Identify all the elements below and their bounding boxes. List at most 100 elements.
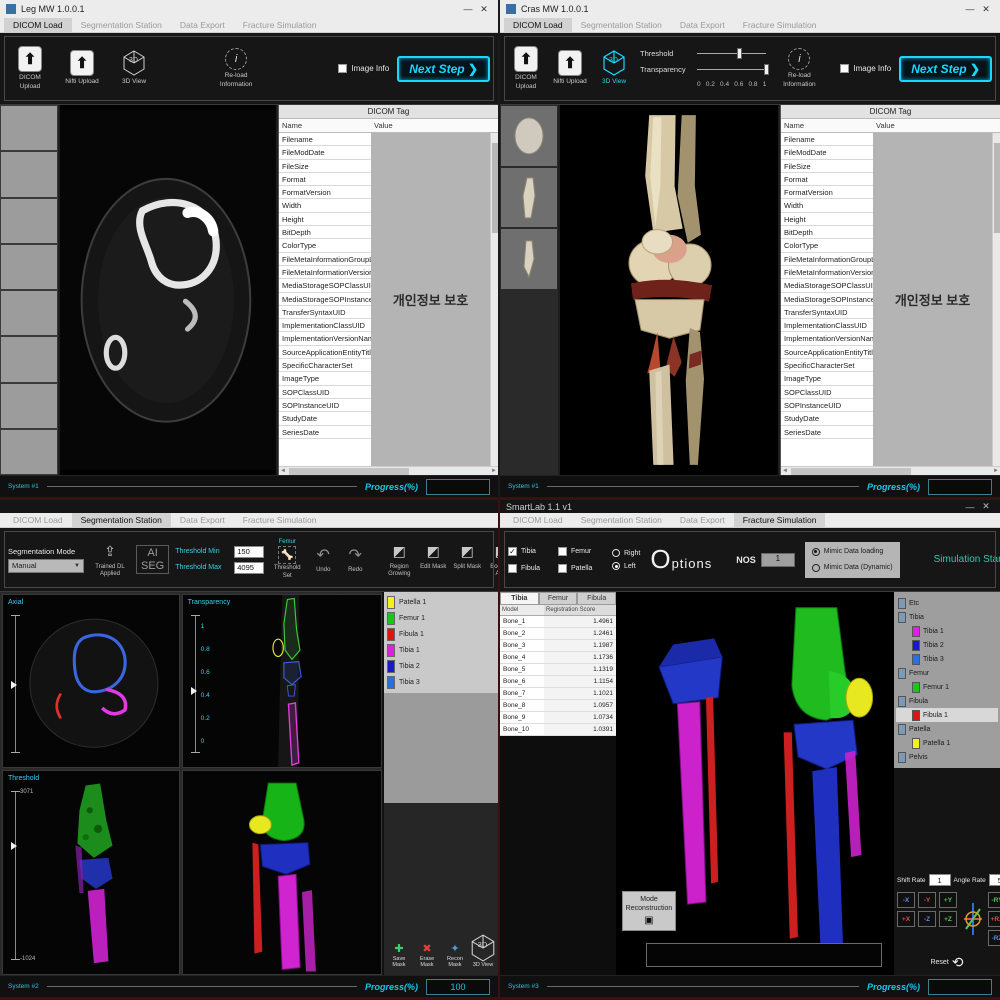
mask-action-button[interactable]: ✖ Erase Mask bbox=[414, 942, 440, 969]
vertical-scrollbar[interactable] bbox=[490, 133, 498, 466]
dicom-tag-row[interactable]: ColorType bbox=[781, 239, 873, 252]
reload-information-button[interactable]: i Re-load Information bbox=[209, 48, 263, 88]
tree-item[interactable]: Fibula 1 bbox=[896, 708, 998, 722]
reload-information-button[interactable]: i Re-load Information bbox=[774, 48, 824, 88]
dicom-upload-button[interactable]: ⬆ DICOM Upload bbox=[8, 46, 52, 90]
menu-tab[interactable]: DICOM Load bbox=[504, 513, 572, 527]
scroll-left-icon[interactable]: ◄ bbox=[280, 467, 286, 476]
dicom-tag-row[interactable]: BitDepth bbox=[781, 226, 873, 239]
minimize-button[interactable]: — bbox=[460, 4, 476, 14]
simulation-start-button[interactable]: Simulation Start bbox=[924, 546, 1000, 573]
3d-segmentation-viewport[interactable] bbox=[182, 770, 382, 975]
bone-tab[interactable]: Tibia bbox=[500, 592, 539, 605]
close-button[interactable]: ✕ bbox=[476, 4, 492, 15]
threshold-max-input[interactable] bbox=[234, 562, 264, 574]
bone-checkbox[interactable]: Fibula bbox=[508, 564, 552, 573]
dicom-tag-row[interactable]: FileMetaInformationGroupLength bbox=[279, 253, 371, 266]
dicom-tag-row[interactable]: ImplementationVersionName bbox=[279, 332, 371, 345]
dicom-tag-row[interactable]: FileMetaInformationVersion bbox=[781, 266, 873, 279]
close-button[interactable]: ✕ bbox=[978, 4, 994, 15]
menu-tab[interactable]: Fracture Simulation bbox=[734, 18, 826, 32]
transparency-viewport[interactable]: Transparency 10.80.60.40.20 bbox=[182, 594, 382, 768]
dicom-tag-row[interactable]: SeriesDate bbox=[279, 426, 371, 439]
tree-item[interactable]: Femur bbox=[896, 666, 998, 680]
dicom-tag-row[interactable]: ImplementationClassUID bbox=[279, 319, 371, 332]
dicom-tag-row[interactable]: SOPInstanceUID bbox=[279, 399, 371, 412]
nifti-upload-button[interactable]: ⬆ Nifti Upload bbox=[60, 50, 104, 86]
dicom-tag-row[interactable]: SeriesDate bbox=[781, 426, 873, 439]
menu-tab[interactable]: Segmentation Station bbox=[72, 513, 171, 527]
dicom-tag-row[interactable]: TransferSyntaxUID bbox=[781, 306, 873, 319]
dicom-tag-row[interactable]: SourceApplicationEntityTitle bbox=[781, 346, 873, 359]
dicom-tag-row[interactable]: SOPInstanceUID bbox=[781, 399, 873, 412]
dicom-tag-row[interactable]: Format bbox=[279, 173, 371, 186]
mask-item[interactable]: Femur 1 bbox=[387, 612, 495, 625]
registration-row[interactable]: Bone_6 1.1154 bbox=[500, 676, 616, 688]
horizontal-scrollbar[interactable]: ◄ ► bbox=[279, 466, 498, 475]
scroll-right-icon[interactable]: ► bbox=[491, 467, 497, 476]
next-step-button[interactable]: Next Step ❯ bbox=[899, 56, 992, 82]
tree-item[interactable]: Tibia 2 bbox=[896, 638, 998, 652]
close-button[interactable]: ✕ bbox=[978, 501, 994, 512]
threshold-min-input[interactable] bbox=[234, 546, 264, 558]
translate-button[interactable]: +X bbox=[897, 911, 915, 927]
minimize-button[interactable]: — bbox=[962, 502, 978, 512]
tree-item[interactable]: Femur 1 bbox=[896, 680, 998, 694]
dicom-tag-row[interactable]: MediaStorageSOPClassUID bbox=[279, 279, 371, 292]
thumbnail[interactable] bbox=[501, 106, 557, 166]
menu-tab[interactable]: Segmentation Station bbox=[572, 513, 671, 527]
threshold-viewport[interactable]: Threshold 3071 -1024 bbox=[2, 770, 180, 975]
dicom-tag-row[interactable]: ColorType bbox=[279, 239, 371, 252]
tree-item[interactable]: Etc bbox=[896, 596, 998, 610]
registration-row[interactable]: Bone_10 1.0391 bbox=[500, 724, 616, 736]
dicom-tag-row[interactable]: ImplementationClassUID bbox=[781, 319, 873, 332]
rotate-button[interactable]: -RZ bbox=[988, 930, 1000, 946]
bone-checkbox[interactable]: ✓Tibia bbox=[508, 547, 552, 556]
3d-view-button[interactable]: 3D 3D View bbox=[596, 50, 632, 86]
dicom-tag-row[interactable]: FileModDate bbox=[781, 146, 873, 159]
tree-item[interactable]: Fibula bbox=[896, 694, 998, 708]
translate-button[interactable]: +Y bbox=[939, 892, 957, 908]
3d-view-button[interactable]: 3D 3D View bbox=[112, 50, 156, 86]
3d-view-button[interactable]: 3D 3D View bbox=[470, 934, 496, 969]
menu-tab[interactable]: Data Export bbox=[171, 513, 234, 527]
dicom-tag-row[interactable]: Width bbox=[279, 199, 371, 212]
reset-button[interactable]: Reset ⟲ bbox=[894, 950, 1000, 975]
bone-checkbox[interactable]: Femur bbox=[558, 547, 602, 556]
registration-row[interactable]: Bone_9 1.0734 bbox=[500, 712, 616, 724]
threshold-slider[interactable] bbox=[15, 791, 16, 960]
dicom-tag-row[interactable]: StudyDate bbox=[781, 412, 873, 425]
bone-checkbox[interactable]: Patella bbox=[558, 564, 602, 573]
dicom-tag-row[interactable]: FormatVersion bbox=[279, 186, 371, 199]
registration-row[interactable]: Bone_7 1.1021 bbox=[500, 688, 616, 700]
thumbnail[interactable] bbox=[501, 229, 557, 289]
dicom-tag-row[interactable]: Height bbox=[781, 213, 873, 226]
dicom-tag-row[interactable]: MediaStorageSOPClassUID bbox=[781, 279, 873, 292]
translate-button[interactable]: -X bbox=[897, 892, 915, 908]
minimize-button[interactable]: — bbox=[962, 4, 978, 14]
menu-tab[interactable]: DICOM Load bbox=[4, 513, 72, 527]
message-field[interactable] bbox=[646, 943, 882, 967]
dicom-tag-row[interactable]: ImplementationVersionName bbox=[781, 332, 873, 345]
dicom-tag-row[interactable]: SourceApplicationEntityTitle bbox=[279, 346, 371, 359]
side-radio-left[interactable]: Left bbox=[612, 562, 640, 570]
menu-tab[interactable]: Data Export bbox=[171, 18, 234, 32]
data-radio[interactable]: Mimic Data loading bbox=[812, 548, 893, 556]
tree-item[interactable]: Tibia bbox=[896, 610, 998, 624]
scroll-left-icon[interactable]: ◄ bbox=[782, 467, 788, 476]
mask-action-button[interactable]: ✦ Recon Mask bbox=[442, 942, 468, 969]
image-info-checkbox[interactable]: Image Info bbox=[840, 64, 891, 73]
dicom-tag-row[interactable]: FileMetaInformationGroupLength bbox=[781, 253, 873, 266]
angle-rate-input[interactable] bbox=[989, 874, 1000, 886]
simulation-3d-viewport[interactable]: Mode Reconstruction ▣ bbox=[616, 592, 892, 975]
dicom-tag-row[interactable]: SOPClassUID bbox=[781, 386, 873, 399]
thumbnail[interactable] bbox=[501, 168, 557, 228]
series-thumbnail-strip[interactable] bbox=[0, 105, 58, 475]
menu-tab[interactable]: Segmentation Station bbox=[72, 18, 171, 32]
registration-row[interactable]: Bone_5 1.1319 bbox=[500, 664, 616, 676]
dicom-tag-row[interactable]: Width bbox=[781, 199, 873, 212]
translate-button[interactable]: -Z bbox=[918, 911, 936, 927]
horizontal-scrollbar[interactable]: ◄ ► bbox=[781, 466, 1000, 475]
dicom-tag-row[interactable]: Filename bbox=[279, 133, 371, 146]
menu-tab[interactable]: Fracture Simulation bbox=[734, 513, 826, 527]
